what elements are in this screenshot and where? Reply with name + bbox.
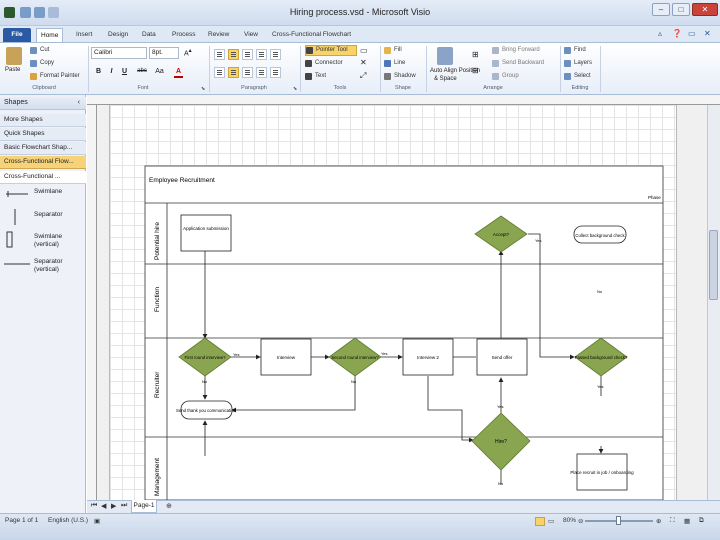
interview-2-label: Interview 2 — [417, 355, 439, 360]
thank-you-label: Send thank you communication — [176, 408, 237, 413]
vertical-scrollbar[interactable] — [707, 105, 720, 500]
yes-label: Yes — [381, 351, 388, 356]
pan-zoom-icon[interactable]: ▦ — [684, 517, 690, 525]
vertical-scroll-thumb[interactable] — [709, 230, 718, 300]
no-label: No — [597, 289, 603, 294]
background-check-label: Collect background check — [575, 233, 625, 238]
application-submission-box[interactable] — [180, 214, 232, 252]
zoom-level[interactable]: 80% — [563, 517, 576, 524]
no-label: No — [498, 481, 504, 486]
next-page-icon[interactable]: ▶ — [111, 502, 116, 510]
lane-label-management: Management — [154, 458, 161, 496]
lane-label-function: Function — [154, 287, 161, 312]
last-page-icon[interactable]: ⏭ — [121, 502, 127, 510]
switch-windows-icon[interactable]: ⧉ — [699, 517, 704, 525]
first-round-label: First round interview? — [184, 355, 226, 360]
interview-label: Interview — [277, 355, 296, 360]
yes-label: Yes — [535, 238, 542, 243]
accept-label: Accept? — [493, 232, 510, 237]
application-submission-label: Application submission — [183, 226, 229, 231]
zoom-in-icon[interactable]: ⊕ — [656, 517, 661, 525]
insert-page-icon[interactable]: ⊕ — [166, 502, 172, 510]
zoom-slider-knob[interactable] — [616, 516, 621, 525]
status-bar — [0, 513, 720, 540]
hire-label: Hire? — [495, 439, 507, 445]
lane-label-recruiter: Recruiter — [154, 371, 161, 398]
place-recruit-label: Place recruit in job / onboarding — [570, 470, 634, 475]
first-page-icon[interactable]: ⏮ — [91, 502, 97, 510]
send-offer-label: Send offer — [492, 355, 513, 360]
macro-icon[interactable]: ▣ — [94, 517, 100, 525]
phase-label: Phase — [648, 195, 661, 200]
no-label: No — [202, 379, 208, 384]
full-screen-icon[interactable]: ▭ — [548, 517, 554, 525]
passed-check-label: Passed background check? — [575, 355, 628, 360]
normal-view-icon[interactable] — [535, 517, 545, 526]
flowchart-diagram[interactable]: Employee Recruitment Phase Potential hir… — [0, 0, 720, 540]
diagram-title: Employee Recruitment — [149, 177, 215, 184]
page-count: Page 1 of 1 — [5, 517, 39, 524]
no-label: No — [351, 379, 357, 384]
yes-label: Yes — [233, 352, 240, 357]
yes-label: Yes — [597, 384, 604, 389]
lane-label-potential-hire: Potential hire — [154, 222, 161, 260]
language-indicator: English (U.S.) — [48, 517, 89, 524]
prev-page-icon[interactable]: ◀ — [101, 502, 106, 510]
yes-label: Yes — [497, 404, 504, 409]
fit-page-icon[interactable]: ⛶ — [670, 517, 675, 525]
zoom-out-icon[interactable]: ⊖ — [578, 517, 583, 525]
second-round-label: Second round interview? — [331, 355, 379, 360]
page-tabs-bar — [87, 500, 720, 513]
page-tab[interactable]: Page-1 — [131, 500, 157, 513]
